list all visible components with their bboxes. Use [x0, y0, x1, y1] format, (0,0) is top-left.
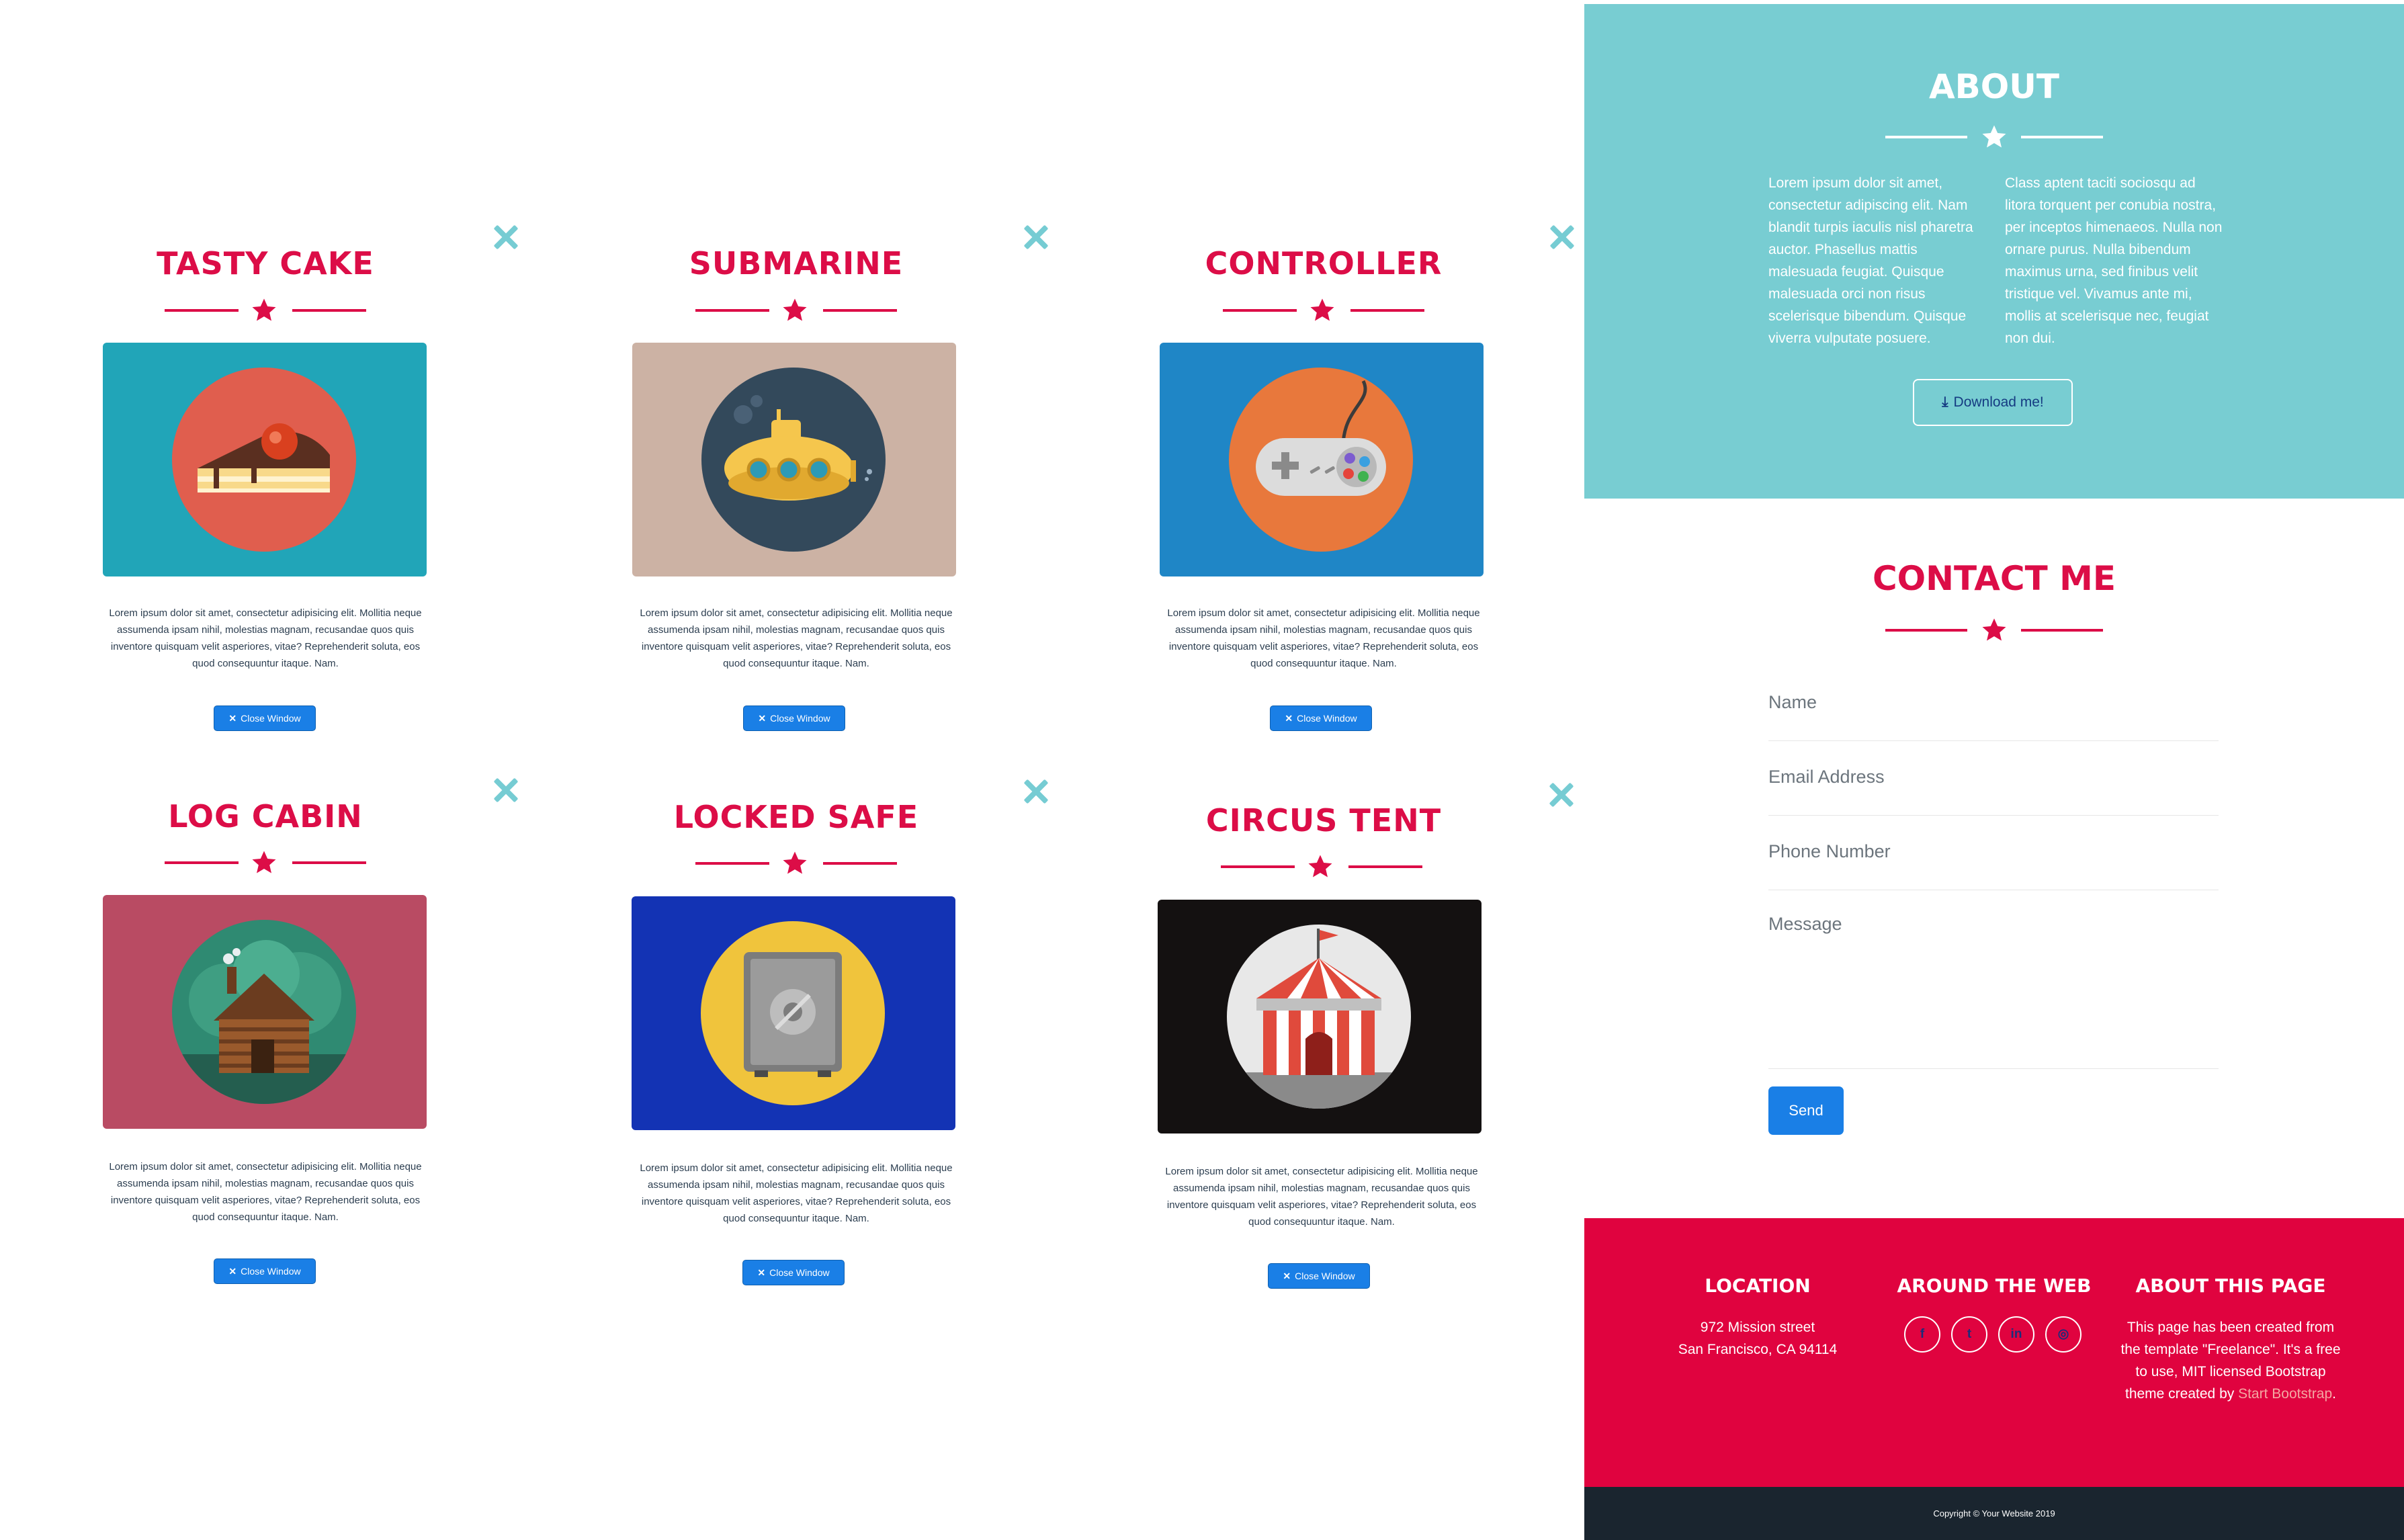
- address-line-1: 972 Mission street: [1700, 1320, 1815, 1335]
- portfolio-modal-submarine: SUBMARINE Lorem ipsum dolor sit amet, co…: [531, 222, 1062, 773]
- close-window-button[interactable]: ✕ Close Window: [214, 705, 316, 731]
- close-icon: ✕: [228, 1266, 237, 1277]
- submarine-image: [632, 343, 956, 576]
- submarine-illustration: [724, 395, 872, 501]
- safe-image: [632, 896, 955, 1130]
- star-icon: [781, 850, 808, 877]
- modal-title: LOCKED SAFE: [673, 799, 919, 835]
- modal-description: Lorem ipsum dolor sit amet, consectetur …: [640, 607, 953, 669]
- cake-illustration: [198, 423, 330, 493]
- email-field[interactable]: Email Address: [1768, 767, 2219, 816]
- star-divider: [695, 297, 897, 324]
- download-button[interactable]: ⤓ Download me!: [1913, 379, 2073, 426]
- modal-title: CONTROLLER: [1205, 245, 1443, 282]
- about-title: ABOUT: [1928, 67, 2060, 106]
- about-section: ABOUT Lorem ipsum dolor sit amet, consec…: [1584, 4, 2404, 499]
- circus-tent-image: [1158, 900, 1482, 1133]
- star-divider: [165, 849, 366, 876]
- close-icon: ✕: [758, 713, 767, 724]
- modal-description: Lorem ipsum dolor sit amet, consectetur …: [109, 607, 422, 669]
- star-divider: [1885, 617, 2103, 644]
- close-window-button[interactable]: ✕ Close Window: [1270, 705, 1372, 731]
- star-icon: [1981, 124, 2008, 151]
- dribbble-icon[interactable]: ◎: [2045, 1316, 2081, 1353]
- modal-description: Lorem ipsum dolor sit amet, consectetur …: [1167, 607, 1480, 669]
- name-field[interactable]: Name: [1768, 692, 2219, 741]
- about-this-page-title: ABOUT THIS PAGE: [2135, 1275, 2326, 1297]
- facebook-icon[interactable]: f: [1904, 1316, 1940, 1353]
- address-line-2: San Francisco, CA 94114: [1678, 1342, 1838, 1357]
- log-cabin-illustration: [172, 940, 356, 1104]
- game-controller-illustration: [1256, 380, 1386, 496]
- footer: LOCATION 972 Mission street San Francisc…: [1584, 1218, 2404, 1487]
- star-divider: [695, 850, 897, 877]
- portfolio-modal-controller: CONTROLLER Lorem ipsum dolor sit amet, c…: [1058, 222, 1589, 773]
- around-the-web-title: AROUND THE WEB: [1897, 1275, 2092, 1297]
- modal-title: TASTY CAKE: [157, 245, 374, 282]
- close-window-button[interactable]: ✕ Close Window: [743, 705, 845, 731]
- start-bootstrap-link[interactable]: Start Bootstrap: [2238, 1386, 2332, 1402]
- about-text-right: Class aptent taciti sociosqu ad litora t…: [2005, 175, 2223, 346]
- log-cabin-image: [103, 895, 427, 1129]
- star-divider: [1221, 853, 1422, 880]
- star-divider: [1885, 124, 2103, 151]
- portfolio-modal-cabin: LOG CABIN Lorem ipsum dolor sit amet, co…: [0, 774, 531, 1325]
- modal-description: Lorem ipsum dolor sit amet, consectetur …: [640, 1162, 953, 1224]
- close-icon: ✕: [1285, 713, 1293, 724]
- about-this-page-text: This page has been created from the temp…: [2120, 1320, 2341, 1402]
- star-icon: [781, 297, 808, 324]
- star-icon: [1981, 617, 2008, 644]
- copyright: Copyright © Your Website 2019: [1584, 1487, 2404, 1540]
- star-icon: [1309, 297, 1336, 324]
- download-icon: ⤓: [1942, 394, 1948, 410]
- portfolio-modal-circus: CIRCUS TENT Lorem ipsum dolor sit amet, …: [1058, 774, 1589, 1325]
- modal-title: SUBMARINE: [689, 245, 904, 282]
- close-window-button[interactable]: ✕ Close Window: [742, 1260, 845, 1285]
- modal-title: LOG CABIN: [168, 798, 363, 835]
- phone-field[interactable]: Phone Number: [1768, 841, 2219, 890]
- send-button[interactable]: Send: [1768, 1086, 1844, 1135]
- modal-title: CIRCUS TENT: [1205, 802, 1442, 839]
- star-icon: [1307, 853, 1334, 880]
- cake-image: [103, 343, 427, 576]
- modal-description: Lorem ipsum dolor sit amet, consectetur …: [1165, 1166, 1478, 1228]
- star-icon: [251, 849, 277, 876]
- about-text-left: Lorem ipsum dolor sit amet, consectetur …: [1768, 175, 1973, 346]
- twitter-icon[interactable]: t: [1951, 1316, 1987, 1353]
- safe-illustration: [744, 952, 842, 1077]
- location-title: LOCATION: [1705, 1275, 1811, 1297]
- portfolio-modal-safe: LOCKED SAFE Lorem ipsum dolor sit amet, …: [531, 774, 1062, 1325]
- linkedin-icon[interactable]: in: [1998, 1316, 2034, 1353]
- message-field[interactable]: Message: [1768, 914, 2219, 1069]
- star-divider: [165, 297, 366, 324]
- close-icon: ✕: [757, 1267, 766, 1278]
- star-icon: [251, 297, 277, 324]
- circus-tent-illustration: [1227, 929, 1411, 1109]
- modal-description: Lorem ipsum dolor sit amet, consectetur …: [109, 1161, 422, 1223]
- close-window-button[interactable]: ✕ Close Window: [214, 1258, 316, 1284]
- controller-image: [1160, 343, 1484, 576]
- close-icon: ✕: [1283, 1271, 1291, 1281]
- close-icon: ✕: [228, 713, 237, 724]
- close-window-button[interactable]: ✕ Close Window: [1268, 1263, 1370, 1289]
- contact-title: CONTACT ME: [1872, 559, 2116, 598]
- portfolio-modal-cake: TASTY CAKE Lorem ipsum dolor sit amet, c…: [0, 222, 531, 773]
- star-divider: [1223, 297, 1424, 324]
